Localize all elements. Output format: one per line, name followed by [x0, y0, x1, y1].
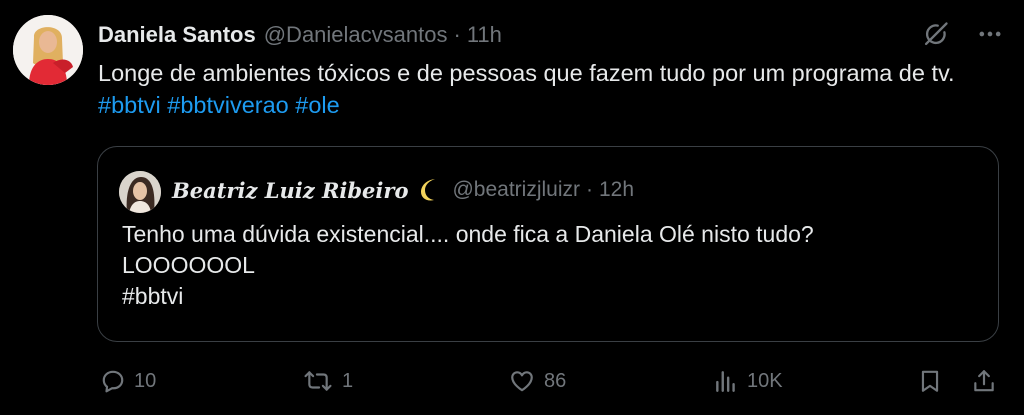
- tweet-header: Daniela Santos @Danielacvsantos · 11h: [98, 20, 502, 50]
- quote-header: Beatriz Luiz Ribeiro @beatrizjluizr · 12…: [172, 175, 634, 205]
- author-name[interactable]: Daniela Santos: [98, 22, 256, 48]
- views-button[interactable]: 10K: [713, 368, 783, 394]
- quote-line: #bbtvi: [122, 283, 184, 309]
- hashtag-link[interactable]: #bbtviverao: [167, 92, 289, 118]
- bookmark-button[interactable]: [917, 368, 943, 394]
- tweet-time[interactable]: 11h: [467, 22, 502, 48]
- repost-count: 1: [342, 369, 354, 392]
- view-count: 10K: [747, 369, 783, 392]
- quote-line: Tenho uma dúvida existencial.... onde fi…: [122, 221, 814, 247]
- like-icon: [511, 371, 533, 392]
- share-button[interactable]: [971, 368, 997, 394]
- views-icon: [716, 371, 735, 392]
- author-avatar[interactable]: [13, 15, 83, 85]
- hashtag-link[interactable]: #ole: [295, 92, 339, 118]
- tweet-text-body: Longe de ambientes tóxicos e de pessoas …: [98, 60, 955, 86]
- quoted-tweet[interactable]: Beatriz Luiz Ribeiro @beatrizjluizr · 12…: [97, 146, 999, 342]
- repost-icon: [304, 371, 332, 391]
- tweet-text: Longe de ambientes tóxicos e de pessoas …: [98, 57, 1008, 121]
- crescent-moon-icon: [418, 177, 442, 203]
- quote-line: LOOOOOOL: [122, 252, 255, 278]
- header-separator: ·: [453, 22, 461, 47]
- more-icon[interactable]: [976, 20, 1004, 48]
- quote-separator: ·: [586, 178, 593, 201]
- like-button[interactable]: 86: [508, 368, 566, 394]
- reply-icon: [102, 370, 124, 393]
- grok-icon[interactable]: [922, 20, 950, 48]
- bookmark-icon: [921, 370, 939, 392]
- avatar-image: [13, 15, 83, 85]
- quote-avatar-image: [119, 171, 161, 213]
- quote-author-avatar[interactable]: [119, 171, 161, 213]
- hashtag-link[interactable]: #bbtvi: [98, 92, 161, 118]
- author-handle[interactable]: @Danielacvsantos: [264, 22, 448, 48]
- quote-author-handle[interactable]: @beatrizjluizr: [452, 178, 580, 202]
- quote-text: Tenho uma dúvida existencial.... onde fi…: [122, 219, 982, 312]
- quote-time[interactable]: 12h: [599, 178, 634, 202]
- top-actions: [922, 20, 1004, 48]
- like-count: 86: [544, 369, 567, 392]
- share-icon: [974, 370, 994, 392]
- reply-count: 10: [134, 369, 157, 392]
- tweet[interactable]: Daniela Santos @Danielacvsantos · 11h Lo…: [0, 0, 1024, 415]
- action-bar: 10 1 86 10K: [0, 362, 1024, 402]
- reply-button[interactable]: 10: [100, 368, 156, 394]
- quote-author-name[interactable]: Beatriz Luiz Ribeiro: [172, 178, 408, 203]
- repost-button[interactable]: 1: [302, 368, 353, 394]
